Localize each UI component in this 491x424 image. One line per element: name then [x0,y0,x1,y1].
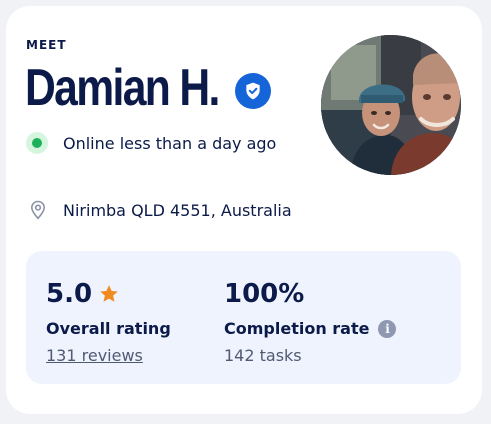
online-status: Online less than a day ago [26,132,276,154]
verified-shield-icon[interactable] [235,73,271,109]
rating-label: Overall rating [46,319,171,338]
profile-name: Damian H. [25,59,220,117]
rating-value-row: 5.0 [46,279,120,309]
star-icon [98,283,120,305]
online-status-text: Online less than a day ago [63,133,277,153]
online-status-indicator-icon [26,132,48,154]
avatar [321,35,461,175]
completion-label-row: Completion rate i [224,319,397,338]
completion-label: Completion rate [224,319,370,338]
completion-value: 100% [224,279,305,309]
eyebrow-label: MEET [26,38,67,52]
tasks-count: 142 tasks [224,346,302,365]
rating-value: 5.0 [46,279,93,309]
map-pin-icon [28,200,48,220]
location-text: Nirimba QLD 4551, Australia [63,200,292,220]
info-icon[interactable]: i [378,319,397,338]
profile-card: MEET Damian H. Online less than a day ag… [6,6,482,414]
location: Nirimba QLD 4551, Australia [28,200,292,220]
reviews-link[interactable]: 131 reviews [46,346,143,365]
stats-panel: 5.0 Overall rating 131 reviews 100% Comp… [26,251,461,384]
name-row: Damian H. [25,56,271,120]
